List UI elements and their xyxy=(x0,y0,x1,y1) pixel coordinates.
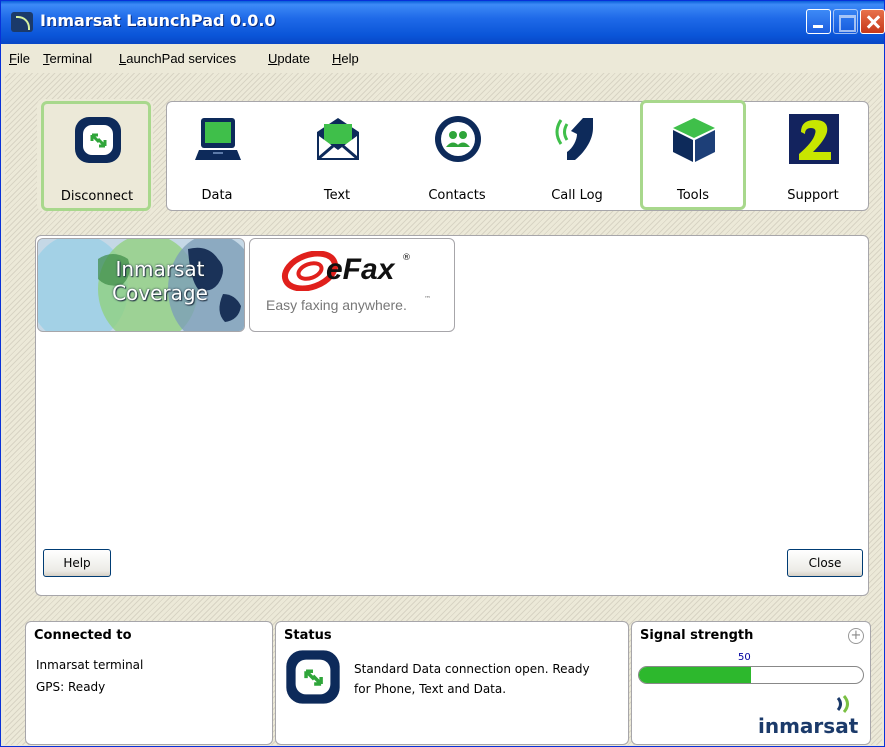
status-title: Status xyxy=(284,628,332,643)
efax-tagline: Easy faxing anywhere. xyxy=(266,297,407,313)
tools-cube-icon xyxy=(673,118,715,162)
status-panel: Status Standard Data connection open. Re… xyxy=(275,621,629,745)
signal-strength-bar xyxy=(638,666,864,684)
coverage-line2: Coverage xyxy=(112,281,208,305)
status-line2: for Phone, Text and Data. xyxy=(354,682,507,696)
efax-tile[interactable]: eFax ® Easy faxing anywhere. ™ xyxy=(249,238,455,332)
status-line1: Standard Data connection open. Ready xyxy=(354,662,590,676)
expand-icon[interactable]: + xyxy=(848,628,864,644)
inmarsat-logo: inmarsat xyxy=(758,714,859,738)
support-2-icon xyxy=(789,114,839,164)
disconnect-label: Disconnect xyxy=(60,189,134,204)
toolbar-tools-button[interactable]: Tools xyxy=(643,102,743,212)
laptop-icon xyxy=(195,118,241,160)
services-panel: Inmarsat Coverage eFax ® Easy faxing any… xyxy=(35,235,869,596)
help-button[interactable]: Help xyxy=(43,549,111,577)
signal-strength-fill xyxy=(639,667,751,683)
signal-value: 50 xyxy=(738,652,751,663)
connected-terminal: Inmarsat terminal xyxy=(36,658,144,672)
toolbar-support-label: Support xyxy=(787,188,839,203)
signal-strength-panel: Signal strength + 50 inmarsat xyxy=(631,621,871,745)
connected-to-panel: Connected to Inmarsat terminal GPS: Read… xyxy=(25,621,273,745)
toolbar-data-button[interactable]: Data xyxy=(167,102,267,212)
menu-help[interactable]: Help xyxy=(332,51,359,66)
efax-brand: eFax xyxy=(326,253,395,286)
contacts-icon xyxy=(435,116,481,162)
maximize-button[interactable] xyxy=(833,9,858,34)
toolbar-tools-label: Tools xyxy=(676,188,710,203)
menu-file[interactable]: File xyxy=(9,51,30,66)
toolbar-support-button[interactable]: Support xyxy=(763,102,863,212)
coverage-line1: Inmarsat xyxy=(115,257,205,281)
connected-to-title: Connected to xyxy=(34,628,132,643)
coverage-tile-text: Inmarsat Coverage xyxy=(100,257,220,305)
disconnect-icon xyxy=(75,117,121,163)
connection-status-icon xyxy=(286,650,340,704)
menu-update[interactable]: Update xyxy=(268,51,310,66)
toolbar-data-label: Data xyxy=(201,188,233,203)
toolbar-contacts-label: Contacts xyxy=(428,188,486,203)
client-area: Disconnect Data Text Contacts Call Log T… xyxy=(5,73,882,745)
toolbar-text-button[interactable]: Text xyxy=(287,102,387,212)
toolbar-call-log-label: Call Log xyxy=(551,188,603,203)
toolbar-text-label: Text xyxy=(323,188,351,203)
efax-trademark: ™ xyxy=(424,295,431,303)
app-window: Inmarsat LaunchPad 0.0.0 File Terminal L… xyxy=(0,0,885,747)
toolbar-contacts-button[interactable]: Contacts xyxy=(407,102,507,212)
menu-bar: File Terminal LaunchPad services Update … xyxy=(1,45,884,71)
toolbar-call-log-button[interactable]: Call Log xyxy=(527,102,627,212)
phone-icon xyxy=(555,118,593,160)
inmarsat-app-icon xyxy=(11,12,33,32)
toolbar: Data Text Contacts Call Log Tools Suppor… xyxy=(166,100,869,212)
minimize-button[interactable] xyxy=(806,9,831,34)
menu-terminal[interactable]: Terminal xyxy=(43,51,92,66)
window-title: Inmarsat LaunchPad 0.0.0 xyxy=(40,11,276,30)
inmarsat-coverage-tile[interactable]: Inmarsat Coverage xyxy=(37,238,245,332)
inmarsat-waves-icon xyxy=(836,695,849,713)
disconnect-button[interactable]: Disconnect xyxy=(47,103,147,213)
gps-status: GPS: Ready xyxy=(36,680,106,694)
title-bar[interactable]: Inmarsat LaunchPad 0.0.0 xyxy=(1,1,885,44)
close-button[interactable]: Close xyxy=(787,549,863,577)
menu-launchpad-services[interactable]: LaunchPad services xyxy=(119,51,236,66)
efax-registered: ® xyxy=(402,253,411,263)
close-window-button[interactable] xyxy=(860,9,885,34)
disconnect-panel: Disconnect xyxy=(37,99,153,211)
envelope-icon xyxy=(317,118,359,160)
signal-strength-title: Signal strength xyxy=(640,628,754,643)
